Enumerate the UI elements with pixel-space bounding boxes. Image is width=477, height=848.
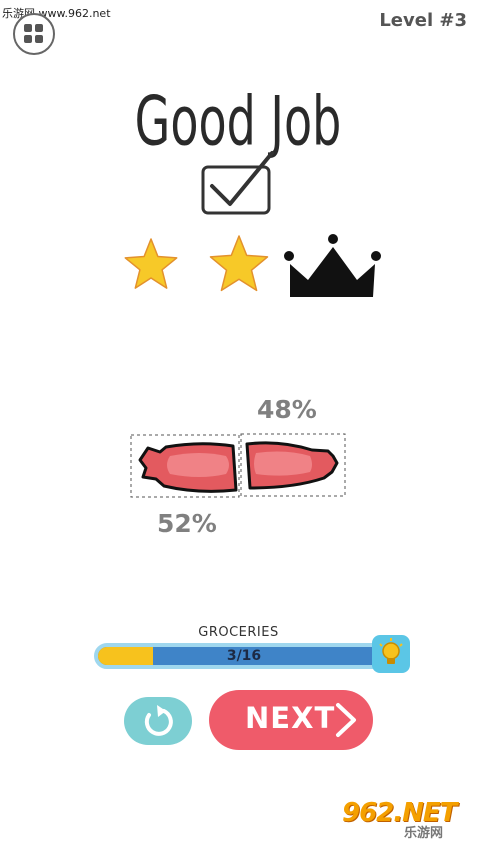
restart-button[interactable] [124,697,192,745]
star-icon-1 [124,238,178,289]
next-button[interactable]: NEXT [209,690,373,750]
next-label: NEXT [245,701,336,735]
lightbulb-icon [379,638,403,664]
sausage-icon [130,433,346,498]
level-progress-bar: 3/16 [94,643,394,669]
title-good-job: Good Job [135,81,342,160]
watermark-logo: 962.NET 乐游网 [340,798,472,842]
right-piece-percent: 48% [257,395,317,424]
chevron-right-icon [336,703,356,737]
hint-button[interactable] [372,635,410,673]
progress-text: 3/16 [226,648,262,664]
restart-icon [144,705,173,736]
checkbox-checked-icon [201,151,274,215]
crown-icon [284,234,381,297]
left-piece-percent: 52% [157,509,217,538]
result-graphics: Good Job [124,81,381,498]
star-icon-2 [209,235,269,292]
watermark-logo-sub: 乐游网 [404,826,444,841]
